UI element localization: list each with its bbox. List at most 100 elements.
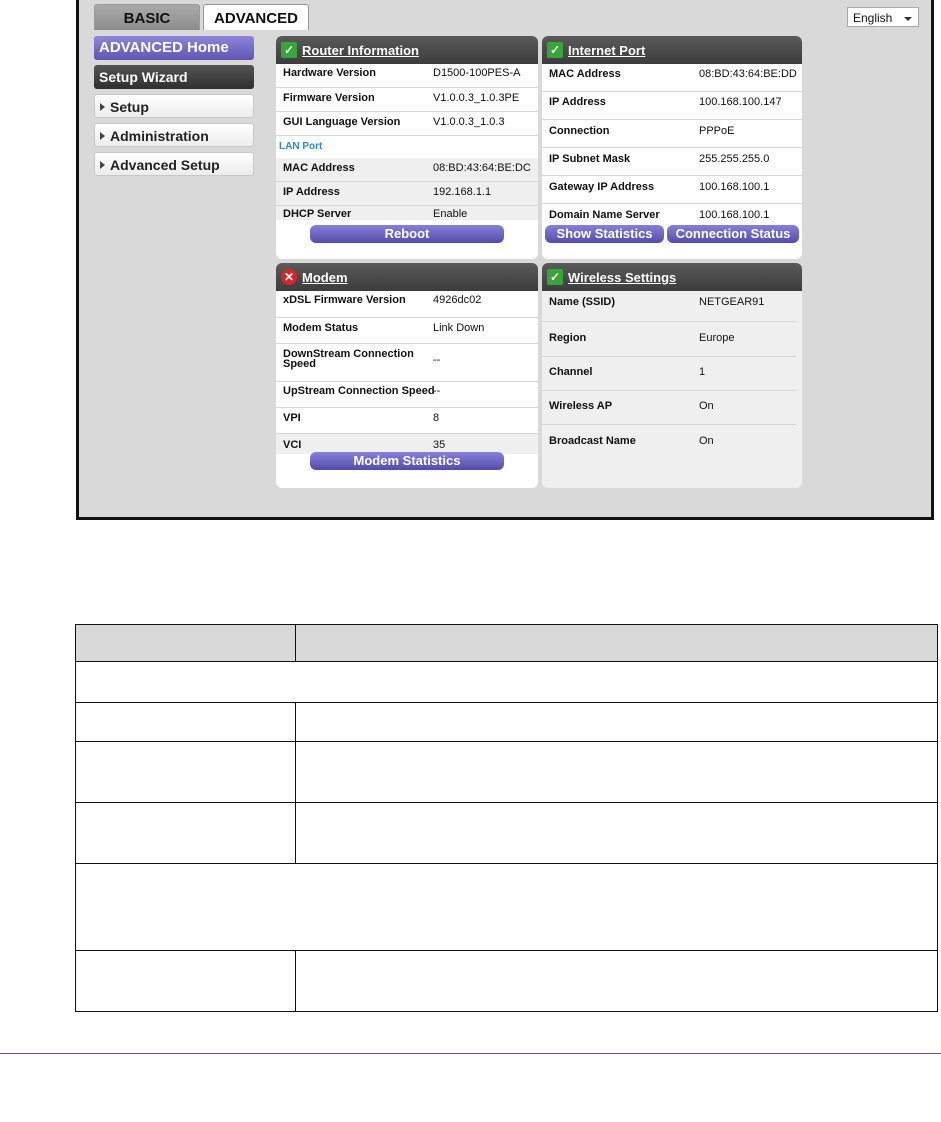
modem-header[interactable]: ✕ Modem	[276, 263, 538, 291]
router-information-header[interactable]: ✓ Router Information	[276, 36, 538, 64]
table-row: Gateway IP Address 100.168.100.1	[542, 176, 802, 204]
row-value: 08:BD:43:64:BE:DD	[699, 68, 797, 80]
row-key: VPI	[283, 412, 301, 424]
row-key: IP Address	[549, 96, 606, 108]
row-key: Hardware Version	[283, 67, 376, 79]
row-key: IP Address	[283, 186, 340, 198]
show-statistics-button[interactable]: Show Statistics	[545, 225, 664, 243]
check-icon: ✓	[547, 42, 563, 58]
row-key: IP Subnet Mask	[549, 153, 631, 165]
row-value: 100.168.100.147	[699, 96, 782, 108]
table-row: Channel 1	[542, 357, 796, 391]
table-header-row	[75, 624, 938, 662]
row-value: V1.0.0.3_1.0.3	[433, 116, 505, 128]
table-cell	[75, 741, 296, 803]
row-key: Region	[549, 332, 587, 344]
table-row: GUI Language Version V1.0.0.3_1.0.3	[276, 112, 538, 136]
table-header-cell	[75, 624, 296, 662]
table-row: VCI 35	[276, 434, 538, 454]
table-row: Modem Status Link Down	[276, 318, 538, 344]
table-row: Connection PPPoE	[542, 120, 802, 148]
table-row: IP Address 192.168.1.1	[276, 182, 538, 206]
row-key: Name (SSID)	[549, 296, 616, 308]
row-value: 100.168.100.1	[699, 209, 770, 221]
nav-administration-label: Administration	[110, 128, 209, 144]
row-value: 255.255.255.0	[699, 153, 770, 165]
row-value: 192.168.1.1	[433, 186, 492, 198]
reboot-button[interactable]: Reboot	[310, 225, 504, 243]
table-row: xDSL Firmware Version 4926dc02	[276, 291, 538, 318]
language-select[interactable]: English	[847, 7, 919, 27]
modem-statistics-button[interactable]: Modem Statistics	[310, 452, 504, 470]
row-value: 4926dc02	[433, 294, 482, 306]
table-cell	[295, 702, 938, 742]
table-row	[75, 702, 938, 742]
page-divider	[0, 1053, 941, 1054]
row-key: Connection	[549, 125, 610, 137]
row-value: On	[699, 435, 714, 447]
tab-advanced[interactable]: ADVANCED	[203, 4, 309, 30]
nav-administration[interactable]: Administration	[94, 123, 254, 147]
row-key: UpStream Connection Speed	[283, 385, 435, 397]
table-row: Domain Name Server 100.168.100.1	[542, 204, 802, 224]
table-row: Hardware Version D1500-100PES-A	[276, 64, 538, 88]
table-row	[75, 950, 938, 1012]
row-key: Broadcast Name	[549, 435, 636, 447]
table-row: Region Europe	[542, 322, 796, 357]
nav-setup[interactable]: Setup	[94, 94, 254, 118]
row-value: D1500-100PES-A	[433, 67, 521, 79]
check-icon: ✓	[547, 269, 563, 285]
nav-setup-wizard[interactable]: Setup Wizard	[94, 65, 254, 89]
row-value: 8	[433, 412, 440, 424]
row-key: DownStream Connection Speed	[283, 348, 414, 370]
table-row: UpStream Connection Speed --	[276, 382, 538, 408]
row-value: 1	[699, 366, 706, 378]
internet-port-title: Internet Port	[568, 43, 646, 58]
table-row: VPI 8	[276, 408, 538, 434]
row-key: MAC Address	[549, 68, 621, 80]
row-value: Link Down	[433, 322, 485, 334]
row-value: Enable	[433, 208, 468, 220]
row-key: Modem Status	[283, 322, 359, 334]
row-value: 100.168.100.1	[699, 181, 770, 193]
table-row: IP Subnet Mask 255.255.255.0	[542, 148, 802, 176]
table-cell	[75, 702, 296, 742]
wireless-settings-panel: ✓ Wireless Settings Name (SSID) NETGEAR91…	[542, 263, 802, 488]
triangle-right-icon	[100, 132, 105, 140]
table-cell	[295, 741, 938, 803]
row-key: xDSL Firmware Version	[283, 294, 406, 306]
triangle-right-icon	[100, 103, 105, 111]
table-row: IP Address 100.168.100.147	[542, 92, 802, 120]
table-cell	[75, 950, 296, 1012]
error-icon: ✕	[281, 269, 297, 285]
wireless-settings-header[interactable]: ✓ Wireless Settings	[542, 263, 802, 291]
table-row: Firmware Version V1.0.0.3_1.0.3PE	[276, 88, 538, 112]
row-value: NETGEAR91	[699, 296, 765, 308]
row-value: 35	[433, 439, 446, 451]
nav-advanced-home[interactable]: ADVANCED Home	[94, 36, 254, 60]
check-icon: ✓	[281, 42, 297, 58]
table-row: DHCP Server Enable	[276, 206, 538, 220]
table-row: MAC Address 08:BD:43:64:BE:DD	[542, 64, 802, 92]
internet-port-panel: ✓ Internet Port MAC Address 08:BD:43:64:B…	[542, 36, 802, 259]
router-ui-screenshot: BASIC ADVANCED English ADVANCED Home Set…	[76, 0, 934, 520]
triangle-right-icon	[100, 161, 105, 169]
nav-advanced-setup[interactable]: Advanced Setup	[94, 152, 254, 176]
row-key: GUI Language Version	[283, 116, 401, 128]
row-key: Channel	[549, 366, 593, 378]
chevron-down-icon	[904, 17, 912, 21]
internet-port-header[interactable]: ✓ Internet Port	[542, 36, 802, 64]
table-row	[75, 802, 938, 864]
table-cell	[75, 802, 296, 864]
tab-basic[interactable]: BASIC	[94, 4, 200, 30]
table-row	[75, 741, 938, 803]
row-value: Europe	[699, 332, 735, 344]
wireless-settings-title: Wireless Settings	[568, 270, 677, 285]
connection-status-button[interactable]: Connection Status	[667, 225, 799, 243]
table-row: Name (SSID) NETGEAR91	[542, 291, 796, 322]
nav-setup-label: Setup	[110, 99, 149, 115]
row-value: PPPoE	[699, 125, 735, 137]
row-value: --	[433, 354, 441, 366]
nav-advanced-setup-label: Advanced Setup	[110, 157, 220, 173]
row-key: Gateway IP Address	[549, 181, 655, 193]
